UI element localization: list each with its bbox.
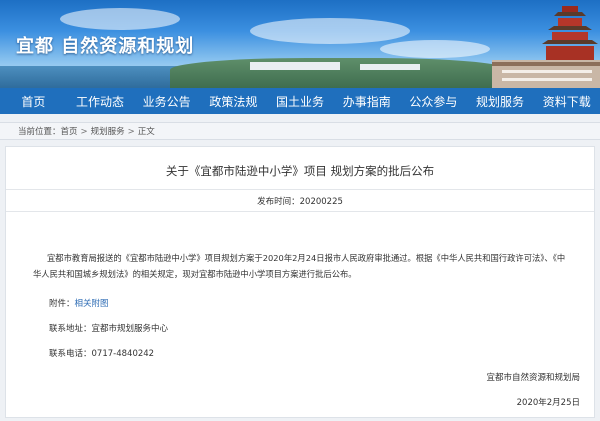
publish-info: 发布时间：20200225 <box>6 195 594 207</box>
site-banner: 宜都 自然资源和规划 <box>0 0 600 88</box>
nav-item-public-participation[interactable]: 公众参与 <box>400 93 467 110</box>
nav-item-land-business[interactable]: 国土业务 <box>267 93 334 110</box>
publish-date: 20200225 <box>299 197 343 207</box>
contact-phone-value: 0717-4840242 <box>91 349 155 359</box>
nav-item-announcements[interactable]: 业务公告 <box>133 93 200 110</box>
breadcrumb: 当前位置：首页 > 规划服务 > 正文 <box>0 122 600 140</box>
breadcrumb-item-current: 正文 <box>137 127 155 137</box>
breadcrumb-separator-icon: > <box>80 127 88 137</box>
cloud-shape <box>250 18 410 44</box>
signature-org: 宜都市自然资源和规划局 <box>486 373 580 383</box>
nav-item-work-news[interactable]: 工作动态 <box>67 93 134 110</box>
city-skyline-shape <box>360 64 420 70</box>
contact-phone-row: 联系电话：0717-4840242 <box>49 347 154 359</box>
cloud-shape <box>60 8 180 30</box>
attachment-row: 附件：相关附图 <box>49 297 109 309</box>
divider <box>6 211 594 212</box>
attachment-label: 附件： <box>49 299 75 309</box>
contact-phone-label: 联系电话： <box>49 349 92 359</box>
publish-label: 发布时间： <box>257 197 300 207</box>
article-title: 关于《宜都市陆逊中小学》项目 规划方案的批后公布 <box>165 164 435 178</box>
site-title[interactable]: 宜都 自然资源和规划 <box>16 32 194 58</box>
breadcrumb-item-home[interactable]: 首页 <box>61 127 78 137</box>
article-panel: 关于《宜都市陆逊中小学》项目 规划方案的批后公布 发布时间：20200225 宜… <box>5 146 595 418</box>
breadcrumb-item-planning-service[interactable]: 规划服务 <box>91 127 125 137</box>
contact-address-row: 联系地址：宜都市规划服务中心 <box>49 322 168 334</box>
main-nav: 首页 工作动态 业务公告 政策法规 国土业务 办事指南 公众参与 规划服务 资料… <box>0 88 600 114</box>
hill-shape <box>170 58 510 88</box>
breadcrumb-separator-icon: > <box>127 127 135 137</box>
divider <box>6 189 594 190</box>
nav-item-home[interactable]: 首页 <box>0 93 67 110</box>
contact-address-label: 联系地址： <box>49 324 92 334</box>
city-skyline-shape <box>250 62 340 70</box>
nav-item-policies[interactable]: 政策法规 <box>200 93 267 110</box>
attachment-link[interactable]: 相关附图 <box>75 299 109 309</box>
cloud-shape <box>380 40 490 58</box>
contact-address-value: 宜都市规划服务中心 <box>91 324 169 334</box>
signature-date: 2020年2月25日 <box>516 398 580 408</box>
pagoda-tower-icon <box>492 6 600 88</box>
breadcrumb-label: 当前位置： <box>18 127 61 137</box>
nav-item-planning-service[interactable]: 规划服务 <box>467 93 534 110</box>
article-body: 宜都市教育局报送的《宜都市陆逊中小学》项目规划方案于2020年2月24日报市人民… <box>33 253 566 279</box>
nav-item-service-guide[interactable]: 办事指南 <box>333 93 400 110</box>
nav-item-downloads[interactable]: 资料下载 <box>533 93 600 110</box>
